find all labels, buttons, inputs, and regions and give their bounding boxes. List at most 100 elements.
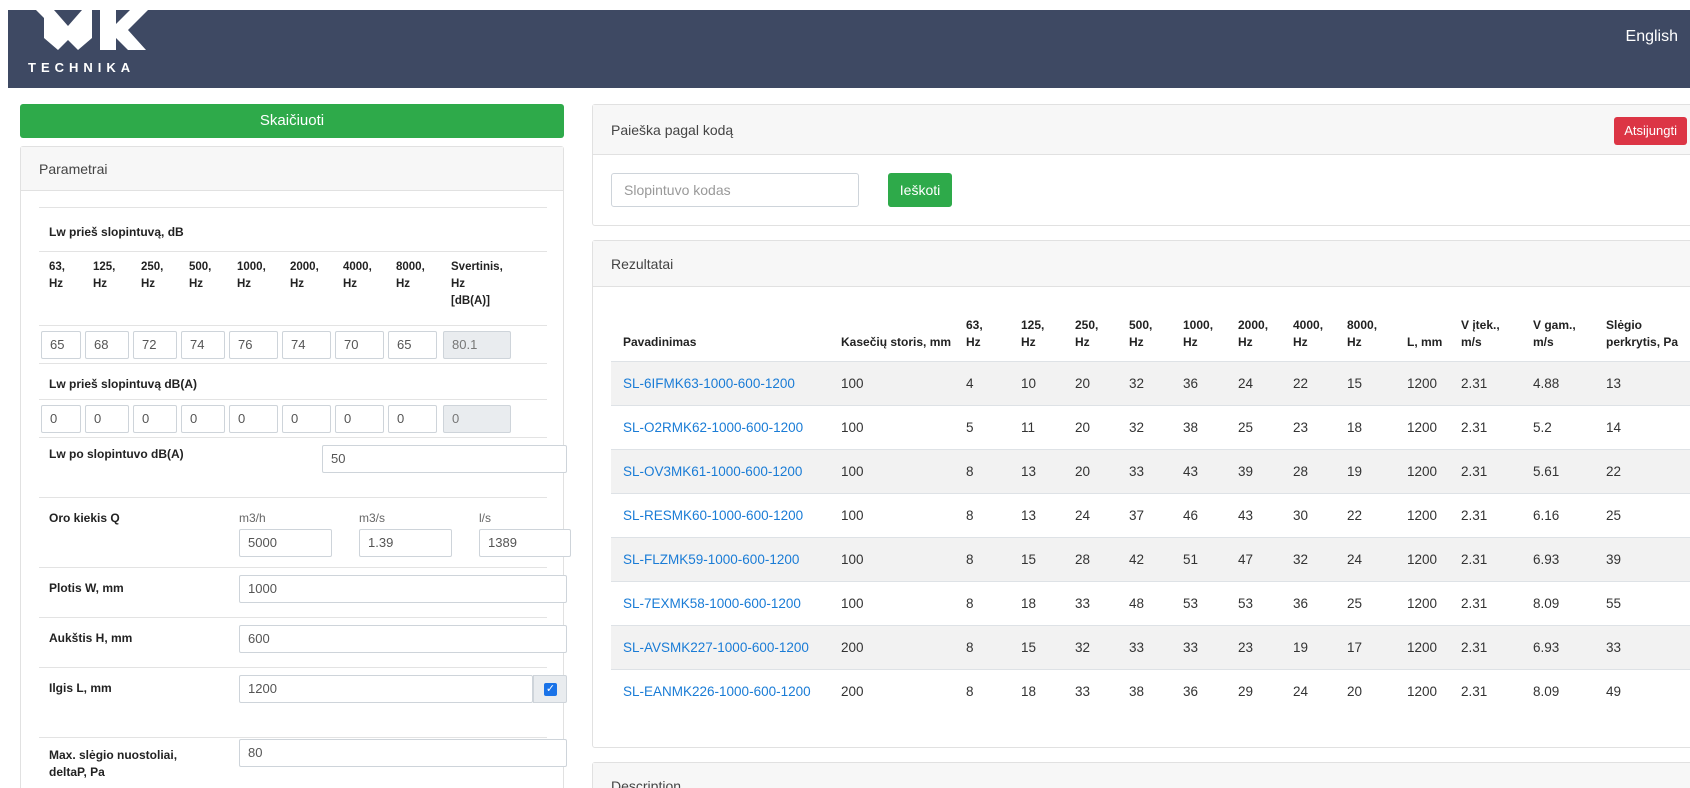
search-input[interactable]: Slopintuvo kodas [611,173,859,207]
hz-header-line: Hz [290,278,305,290]
lw-db-input-7[interactable]: 65 [388,331,437,359]
language-link[interactable]: English [1626,28,1678,46]
lw-dba-input-3[interactable]: 0 [181,405,225,433]
hz-header-line: 8000, [396,261,425,273]
table-cell: 100 [841,376,864,391]
table-cell: 1200 [1407,464,1438,479]
result-link[interactable]: SL-FLZMK59-1000-600-1200 [623,538,799,582]
max-pressure-input[interactable]: 80 [239,739,567,767]
divider [39,325,547,326]
width-label: Plotis W, mm [49,581,124,595]
lw-dba-input-2[interactable]: 0 [133,405,177,433]
airflow-input-2[interactable]: 1389 [479,529,571,557]
lw-dba-input-0[interactable]: 0 [41,405,81,433]
lw-after-label: Lw po slopintuvo dB(A) [49,447,184,461]
table-cell: 20 [1075,376,1091,391]
table-cell: 1200 [1407,640,1438,655]
height-input[interactable]: 600 [239,625,567,653]
result-link[interactable]: SL-6IFMK63-1000-600-1200 [623,362,795,406]
lw-db-input-3[interactable]: 74 [181,331,225,359]
table-row: SL-FLZMK59-1000-600-1200 100 8 15 28 42 51 47 32… [611,537,1690,581]
hz-header-line: Svertinis, [451,261,503,273]
result-link[interactable]: SL-EANMK226-1000-600-1200 [623,670,811,714]
width-input[interactable]: 1000 [239,575,567,603]
table-cell: 100 [841,508,864,523]
top-navbar: TECHNIKA English [8,10,1690,88]
result-link[interactable]: SL-OV3MK61-1000-600-1200 [623,450,802,494]
table-cell: 8 [966,508,974,523]
airflow-input-0[interactable]: 5000 [239,529,332,557]
table-cell: 5.2 [1533,420,1552,435]
lw-db-input-0[interactable]: 65 [41,331,81,359]
results-header-4: 250, Hz [1075,317,1098,351]
hz-header-line: Hz [93,278,108,290]
table-cell: 36 [1183,376,1199,391]
lw-db-input-5[interactable]: 74 [282,331,331,359]
table-cell: 1200 [1407,596,1438,611]
result-link[interactable]: SL-RESMK60-1000-600-1200 [623,494,803,538]
table-cell: 33 [1129,640,1145,655]
results-header-line: m/s [1461,335,1482,349]
result-link[interactable]: SL-7EXMK58-1000-600-1200 [623,582,801,626]
table-cell: 100 [841,420,864,435]
lw-dba-input-7[interactable]: 0 [388,405,437,433]
lw-db-input-6[interactable]: 70 [335,331,384,359]
divider [39,617,547,618]
checkmark-icon: ✓ [544,683,557,696]
table-cell: 20 [1075,464,1091,479]
search-card: Paieška pagal kodą Atsijungti Slopintuvo… [592,104,1690,226]
table-row: SL-O2RMK62-1000-600-1200 100 5 11 20 32 38 25 23… [611,405,1690,449]
lw-db-input-4[interactable]: 76 [229,331,278,359]
hz-header-line: Hz [343,278,358,290]
lw-before-db-label: Lw prieš slopintuvą, dB [49,225,184,239]
results-header-line: 125, [1021,318,1045,332]
hz-header-line: Hz [49,278,64,290]
table-cell: 2.31 [1461,376,1488,391]
table-cell: 18 [1021,684,1037,699]
result-link[interactable]: SL-O2RMK62-1000-600-1200 [623,406,803,450]
table-cell: 100 [841,464,864,479]
lw-db-input-2[interactable]: 72 [133,331,177,359]
results-header-0: Pavadinimas [623,334,696,351]
lw-dba-input-1[interactable]: 0 [85,405,129,433]
results-header-line: V įtek., [1461,318,1500,332]
table-cell: 38 [1129,684,1145,699]
table-cell: 33 [1129,464,1145,479]
divider [39,207,547,208]
table-cell: 8 [966,552,974,567]
search-button[interactable]: Ieškoti [888,173,952,207]
table-cell: 22 [1293,376,1309,391]
logo[interactable]: TECHNIKA [28,10,168,88]
logout-button[interactable]: Atsijungti [1614,117,1687,145]
table-cell: 30 [1293,508,1309,523]
results-header-line: 4000, [1293,318,1324,332]
divider [39,363,547,364]
hz-header-line: 250, [141,261,164,273]
length-input[interactable]: 1200 [239,675,533,703]
airflow-input-1[interactable]: 1.39 [359,529,452,557]
lw-db-input-1[interactable]: 68 [85,331,129,359]
table-cell: 8.09 [1533,596,1560,611]
table-cell: 2.31 [1461,420,1488,435]
table-cell: 1200 [1407,376,1438,391]
results-header-line: Hz [1021,335,1036,349]
results-header-line: 250, [1075,318,1099,332]
lw-after-input[interactable]: 50 [322,445,567,473]
logo-mark-icon [36,10,148,50]
length-label: Ilgis L, mm [49,681,112,695]
results-header-line: 500, [1129,318,1153,332]
lw-dba-input-6[interactable]: 0 [335,405,384,433]
hz-header-line: Hz [237,278,252,290]
table-cell: 19 [1347,464,1363,479]
lw-dba-input-4[interactable]: 0 [229,405,278,433]
hz-header-4: 1000, Hz [237,259,266,293]
table-cell: 5.61 [1533,464,1560,479]
lw-dba-input-5[interactable]: 0 [282,405,331,433]
divider [39,399,547,400]
calculate-button[interactable]: Skaičiuoti [20,104,564,138]
length-lock-checkbox[interactable]: ✓ [533,675,567,703]
table-cell: 22 [1606,464,1622,479]
results-header-9: 8000, Hz [1347,317,1377,351]
result-link[interactable]: SL-AVSMK227-1000-600-1200 [623,626,809,670]
table-row: SL-6IFMK63-1000-600-1200 100 4 10 20 32 36 24 22… [611,361,1690,405]
